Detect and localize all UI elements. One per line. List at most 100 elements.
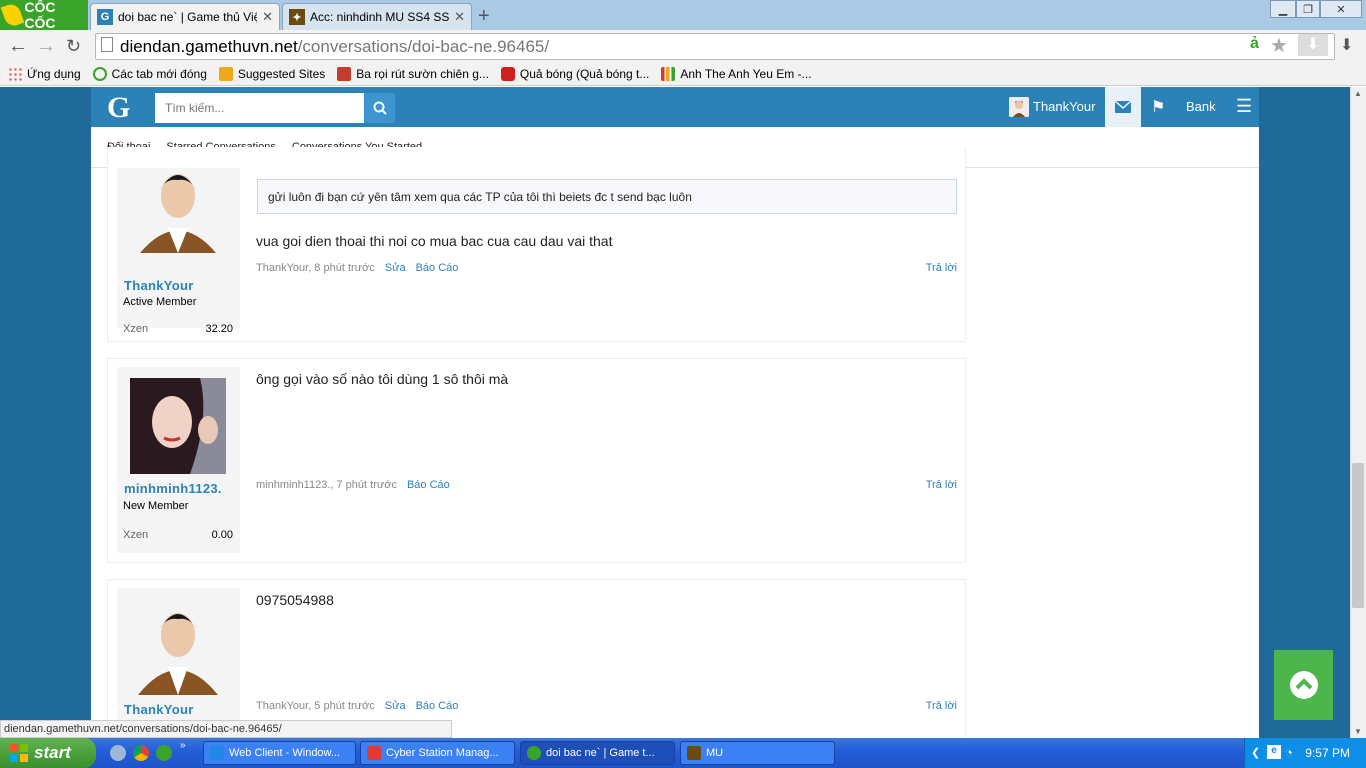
new-tab-icon[interactable]: + (478, 5, 490, 28)
scroll-down-icon[interactable]: ▼ (1354, 727, 1362, 736)
page-icon (101, 37, 113, 52)
bookmark-recent-tabs[interactable]: Các tab mới đóng (92, 66, 207, 81)
search-input[interactable] (155, 93, 364, 123)
bank-link[interactable]: Bank (1186, 99, 1216, 114)
coccoc-download-icon[interactable]: ⬇ (1340, 35, 1353, 55)
close-tab-icon[interactable]: ✕ (262, 9, 273, 25)
minimize-icon[interactable]: ▁ (1270, 0, 1296, 18)
message-username[interactable]: ThankYour (124, 702, 194, 717)
username-link[interactable]: ThankYour (1033, 99, 1095, 114)
bookmark-label: Ba rọi rút sườn chiên g... (356, 66, 489, 81)
back-icon[interactable]: ← (8, 35, 28, 58)
url-host: diendan.gamethuvn.net (120, 36, 298, 56)
reply-link[interactable]: Trả lời (926, 700, 957, 712)
bookmark-suggested-sites[interactable]: Suggested Sites (218, 66, 325, 81)
message-username[interactable]: ThankYour (124, 278, 194, 293)
browser-brand: CỐC CỐC (24, 0, 56, 31)
tab-forum[interactable]: G doi bac ne` | Game thủ Việt N ✕ (90, 3, 280, 30)
mu-game-icon (687, 746, 701, 760)
bookmark-label: Các tab mới đóng (111, 66, 207, 81)
user-title: Active Member (123, 296, 197, 308)
youtube-icon (500, 66, 515, 81)
edit-link[interactable]: Sửa (385, 262, 406, 274)
coccoc-icon (527, 746, 541, 760)
bookmark-label: Ứng dụng (27, 66, 81, 81)
bookmark-song[interactable]: Anh The Anh Yeu Em -... (661, 66, 812, 81)
message-post: minhminh1123. New Member Xzen 0.00 ông g… (107, 358, 966, 563)
forward-icon[interactable]: → (36, 35, 56, 58)
forum-site: G ThankYour ⚑ Bank ☰ Đối thoại Starred C… (91, 87, 1259, 738)
menu-hamburger-icon[interactable]: ☰ (1236, 96, 1252, 117)
report-link[interactable]: Báo Cáo (407, 479, 450, 491)
bookmark-football[interactable]: Quả bóng (Quả bóng t... (500, 66, 650, 81)
task-label: doi bac ne` | Game t... (546, 747, 655, 759)
tab-acc[interactable]: ✦ Acc: ninhdinh MU SS4 SS6 SS( ✕ (282, 3, 472, 30)
bookmark-apps[interactable]: Ứng dụng (8, 66, 81, 81)
coccoc-icon[interactable] (156, 745, 172, 761)
message-username[interactable]: minhminh1123. (124, 481, 222, 496)
message-post: ThankYour Active Member Xzen 32.20 gửi l… (107, 147, 966, 342)
reply-link[interactable]: Trả lời (926, 262, 957, 274)
message-meta: ThankYour, 5 phút trước Sửa Báo Cáo (256, 700, 458, 712)
avatar[interactable] (130, 599, 226, 695)
task-web-client[interactable]: Web Client - Window... (203, 741, 356, 765)
message-author-time: ThankYour, 5 phút trước (256, 700, 375, 712)
scrollbar-thumb[interactable] (1352, 463, 1364, 608)
scroll-up-icon[interactable]: ▲ (1354, 89, 1362, 98)
system-tray: ❮ e ◔ 9:57 PM (1244, 738, 1366, 768)
bookmarks-bar: Ứng dụng Các tab mới đóng Suggested Site… (0, 62, 1366, 86)
download-icon[interactable]: ⬇ (1298, 34, 1328, 56)
address-bar[interactable]: diendan.gamethuvn.net/conversations/doi-… (95, 33, 1335, 60)
browser-logo[interactable]: CỐC CỐC (0, 0, 88, 31)
report-link[interactable]: Báo Cáo (416, 262, 459, 274)
avatar[interactable] (1009, 97, 1029, 117)
edit-link[interactable]: Sửa (385, 700, 406, 712)
task-mu[interactable]: MU (680, 741, 835, 765)
history-icon (92, 66, 107, 81)
clock[interactable]: 9:57 PM (1305, 746, 1350, 760)
message-author-time: minhminh1123., 7 phút trước (256, 479, 397, 491)
chrome-icon[interactable] (133, 745, 149, 761)
message-user-info: ThankYour Active Member Xzen 32.20 (117, 168, 240, 335)
ie-tray-icon[interactable]: e (1267, 745, 1281, 759)
close-window-icon[interactable]: ✕ (1320, 0, 1362, 18)
task-label: MU (706, 747, 724, 759)
restore-icon[interactable]: ❐ (1296, 0, 1320, 18)
tray-expand-icon[interactable]: ❮ (1251, 746, 1260, 759)
chevron-up-icon (1289, 671, 1318, 699)
avatar[interactable] (130, 378, 226, 474)
task-coccoc-forum[interactable]: doi bac ne` | Game t... (520, 741, 675, 765)
bookmark-recipe[interactable]: Ba rọi rút sườn chiên g... (337, 66, 489, 81)
message-meta: ThankYour, 8 phút trước Sửa Báo Cáo (256, 262, 458, 274)
chart-bars-icon (661, 66, 676, 81)
reload-icon[interactable]: ↻ (66, 36, 81, 57)
xzen-label: Xzen (123, 529, 149, 541)
site-logo[interactable]: G (107, 91, 130, 125)
task-cyber-station[interactable]: Cyber Station Manag... (360, 741, 515, 765)
start-button[interactable]: start (0, 738, 96, 768)
show-desktop-icon[interactable] (110, 745, 126, 761)
tab-title: Acc: ninhdinh MU SS4 SS6 SS( (310, 10, 450, 24)
browser-tab-strip: CỐC CỐC G doi bac ne` | Game thủ Việt N … (0, 0, 1366, 31)
tab-title: doi bac ne` | Game thủ Việt N (118, 10, 257, 24)
coccoc-dictionary-icon[interactable]: ả (1250, 35, 1259, 53)
reply-link[interactable]: Trả lời (926, 479, 957, 491)
task-label: Cyber Station Manag... (386, 747, 499, 759)
close-tab-icon[interactable]: ✕ (454, 9, 465, 25)
page-scrollbar[interactable]: ▲ ▼ (1350, 87, 1366, 738)
report-link[interactable]: Báo Cáo (416, 700, 459, 712)
bookmark-label: Anh The Anh Yeu Em -... (680, 66, 812, 81)
avatar[interactable] (130, 168, 226, 253)
inbox-button[interactable] (1105, 87, 1141, 127)
network-icon[interactable]: ◔ (1285, 745, 1293, 760)
xzen-value: 32.20 (205, 323, 233, 335)
quicklaunch-expand-icon[interactable]: » (180, 740, 186, 751)
site-header: G ThankYour ⚑ Bank ☰ (91, 87, 1259, 127)
windows-logo-icon (10, 744, 28, 762)
alerts-flag-icon[interactable]: ⚑ (1151, 97, 1165, 117)
bookmark-star-icon[interactable]: ★ (1270, 33, 1288, 58)
back-to-top-button[interactable] (1274, 650, 1333, 720)
message-text: ông gọi vào số nào tôi dùng 1 sô thôi mà (256, 371, 509, 387)
bookmark-label: Quả bóng (Quả bóng t... (519, 66, 650, 81)
search-button[interactable] (364, 93, 395, 123)
